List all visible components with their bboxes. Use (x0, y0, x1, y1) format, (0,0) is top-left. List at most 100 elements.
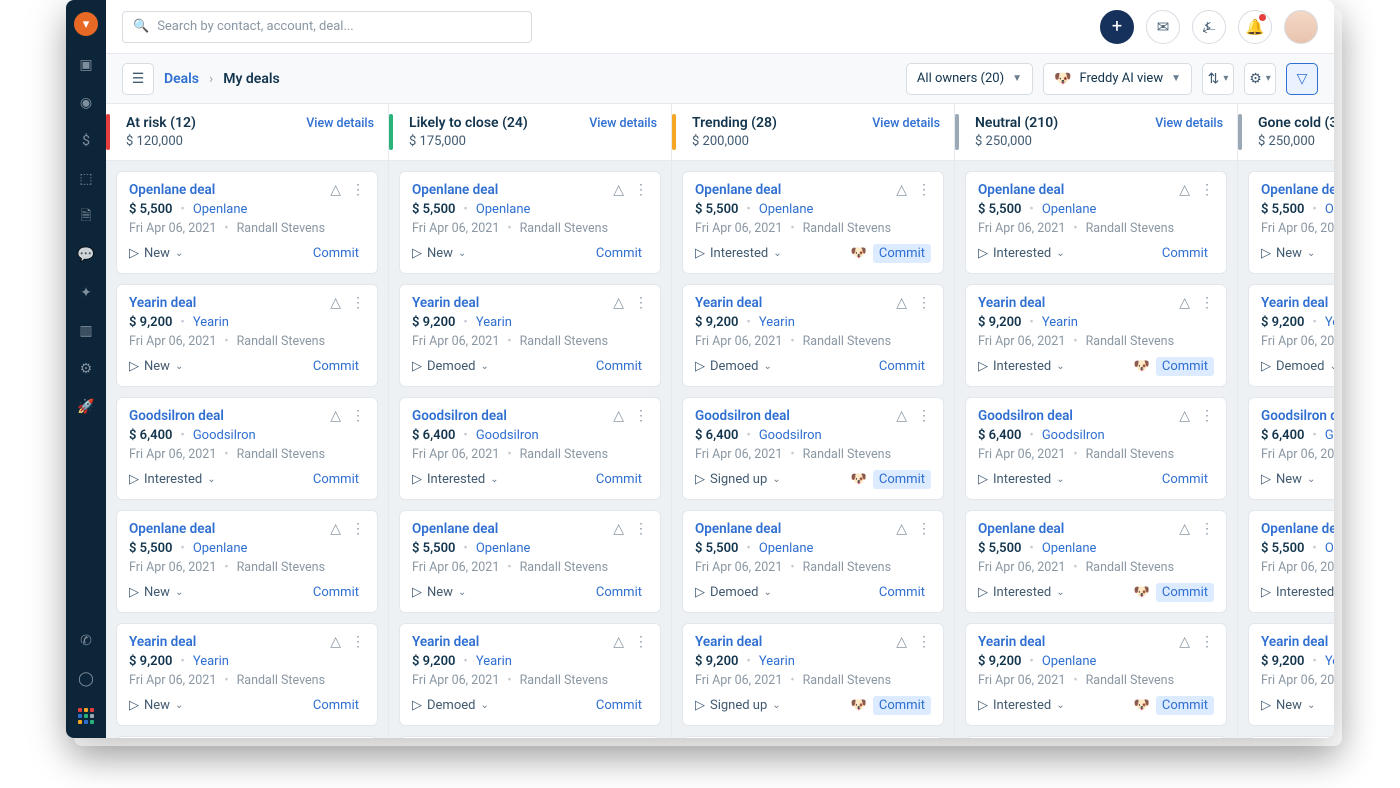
stage-dropdown[interactable]: ◁Demoed⌄ (695, 359, 772, 374)
warning-icon[interactable]: △ (330, 521, 341, 537)
deal-name-link[interactable]: Goodsilron deal (1261, 408, 1334, 424)
app-logo[interactable]: ▾ (74, 12, 98, 36)
view-details-link[interactable]: View details (1155, 116, 1223, 131)
stage-dropdown[interactable]: ◁Demoed⌄ (412, 698, 489, 713)
deal-card[interactable]: Openlane deal△⋮$ 5,500•OpenlaneFri Apr 0… (399, 171, 661, 274)
deal-name-link[interactable]: Yearin deal (129, 634, 196, 650)
stage-dropdown[interactable]: ◁Interested⌄ (129, 472, 216, 487)
account-link[interactable]: Openlane (476, 541, 531, 556)
account-link[interactable]: Yearin (193, 654, 229, 669)
warning-icon[interactable]: △ (330, 182, 341, 198)
nav-settings-icon[interactable]: ⚙ (77, 360, 95, 378)
more-menu-icon[interactable]: ⋮ (634, 634, 648, 650)
deal-card[interactable]: Yearin deal△⋮$ 9,200•YearinFri Apr 06, 2… (682, 284, 944, 387)
settings-button[interactable]: ⚙ ▾ (1244, 63, 1276, 95)
account-link[interactable]: Openlane (1042, 654, 1097, 669)
stage-dropdown[interactable]: ◁New⌄ (1261, 246, 1315, 261)
warning-icon[interactable]: △ (896, 408, 907, 424)
deal-card[interactable]: Openlane deal△⋮$ 5,500•OpenlaneFri Apr 0… (682, 510, 944, 613)
more-menu-icon[interactable]: ⋮ (1200, 521, 1214, 537)
more-menu-icon[interactable]: ⋮ (634, 295, 648, 311)
deal-card[interactable]: Goodsilron deal△⋮$ 6,400•GoodsilronFri A… (965, 397, 1227, 500)
stage-dropdown[interactable]: ◁Interested⌄ (978, 472, 1065, 487)
warning-icon[interactable]: △ (613, 182, 624, 198)
commit-button[interactable]: Commit (307, 244, 365, 263)
view-details-link[interactable]: View details (589, 116, 657, 131)
deal-name-link[interactable]: Openlane deal (129, 521, 215, 537)
nav-rocket-icon[interactable]: 🚀 (77, 398, 95, 416)
deal-name-link[interactable]: Openlane deal (978, 182, 1064, 198)
deal-card[interactable]: Openlane deal△⋮$ 5,500•OpenlaneFri Apr 0… (965, 171, 1227, 274)
list-view-toggle[interactable]: ☰ (122, 63, 154, 95)
warning-icon[interactable]: △ (613, 521, 624, 537)
account-link[interactable]: Openlane (1325, 541, 1334, 556)
warning-icon[interactable]: △ (1179, 634, 1190, 650)
add-button[interactable]: + (1100, 10, 1134, 44)
stage-dropdown[interactable]: ◁New⌄ (1261, 472, 1315, 487)
view-details-link[interactable]: View details (306, 116, 374, 131)
breadcrumb-root[interactable]: Deals (164, 71, 199, 87)
warning-icon[interactable]: △ (1179, 521, 1190, 537)
warning-icon[interactable]: △ (330, 634, 341, 650)
account-link[interactable]: Yearin (1325, 654, 1334, 669)
deal-card[interactable]: Openlane deal△⋮$ 5,500•OpenlaneFri Apr 0… (965, 510, 1227, 613)
deal-name-link[interactable]: Openlane deal (1261, 182, 1334, 198)
account-link[interactable]: Goodsilron (759, 428, 822, 443)
deal-card[interactable]: Goodsilron deal△⋮$ 6,400•GoodsilronFri A… (399, 397, 661, 500)
deal-name-link[interactable]: Yearin deal (1261, 634, 1328, 650)
commit-button[interactable]: Commit (307, 583, 365, 602)
deal-card[interactable]: Goodsilron deal△⋮$ 6,400•GoodsilronFri A… (1248, 397, 1334, 500)
deal-card[interactable]: Goodsilron deal△⋮$ 6,400•GoodsilronFri A… (399, 736, 661, 738)
deal-card[interactable]: Openlane deal△⋮$ 5,500•OpenlaneFri Apr 0… (116, 510, 378, 613)
deal-name-link[interactable]: Yearin deal (412, 295, 479, 311)
deal-card[interactable]: Goodsilron deal△⋮$ 6,400•GoodsilronFri A… (682, 736, 944, 738)
commit-button[interactable]: Commit (1156, 470, 1214, 489)
more-menu-icon[interactable]: ⋮ (1200, 295, 1214, 311)
stage-dropdown[interactable]: ◁Signed up⌄ (695, 698, 781, 713)
more-menu-icon[interactable]: ⋮ (634, 182, 648, 198)
deal-card[interactable]: Goodsilron deal△⋮$ 6,400•GoodsilronFri A… (965, 736, 1227, 738)
mail-icon[interactable]: ✉ (1146, 10, 1180, 44)
warning-icon[interactable]: △ (330, 408, 341, 424)
search-input[interactable]: 🔍 Search by contact, account, deal... (122, 11, 532, 43)
deal-card[interactable]: Yearin deal△⋮$ 9,200•YearinFri Apr 06, 2… (1248, 623, 1334, 726)
freddy-insight-icon[interactable]: 🐶 (1134, 359, 1150, 374)
warning-icon[interactable]: △ (1179, 295, 1190, 311)
more-menu-icon[interactable]: ⋮ (351, 521, 365, 537)
account-link[interactable]: Openlane (193, 541, 248, 556)
more-menu-icon[interactable]: ⋮ (1200, 182, 1214, 198)
more-menu-icon[interactable]: ⋮ (351, 295, 365, 311)
nav-documents-icon[interactable]: 🗎 (77, 208, 95, 226)
deal-name-link[interactable]: Yearin deal (1261, 295, 1328, 311)
deal-card[interactable]: Goodsilron deal△⋮$ 6,400•GoodsilronFri A… (116, 736, 378, 738)
deal-card[interactable]: Openlane deal△⋮$ 5,500•OpenlaneFri Apr 0… (1248, 510, 1334, 613)
stage-dropdown[interactable]: ◁Interested⌄ (978, 585, 1065, 600)
stage-dropdown[interactable]: ◁New⌄ (129, 698, 183, 713)
stage-dropdown[interactable]: ◁Demoed⌄ (1261, 359, 1334, 374)
commit-button[interactable]: Commit (1156, 357, 1214, 376)
warning-icon[interactable]: △ (896, 521, 907, 537)
more-menu-icon[interactable]: ⋮ (1200, 634, 1214, 650)
warning-icon[interactable]: △ (613, 634, 624, 650)
deal-card[interactable]: Goodsilron deal△⋮$ 6,400•GoodsilronFri A… (682, 397, 944, 500)
commit-button[interactable]: Commit (1156, 696, 1214, 715)
deal-card[interactable]: Goodsilron deal△⋮$ 6,400•GoodsilronFri A… (1248, 736, 1334, 738)
commit-button[interactable]: Commit (873, 470, 931, 489)
more-menu-icon[interactable]: ⋮ (351, 182, 365, 198)
warning-icon[interactable]: △ (613, 295, 624, 311)
stage-dropdown[interactable]: ◁New⌄ (1261, 698, 1315, 713)
filter-button[interactable]: ▽ (1286, 63, 1318, 95)
deal-card[interactable]: Yearin deal△⋮$ 9,200•YearinFri Apr 06, 2… (399, 284, 661, 387)
deal-name-link[interactable]: Yearin deal (978, 634, 1045, 650)
warning-icon[interactable]: △ (1179, 408, 1190, 424)
account-link[interactable]: Openlane (759, 541, 814, 556)
nav-dashboard-icon[interactable]: ▣ (77, 56, 95, 74)
commit-button[interactable]: Commit (307, 357, 365, 376)
commit-button[interactable]: Commit (590, 696, 648, 715)
stage-dropdown[interactable]: ◁New⌄ (129, 359, 183, 374)
account-link[interactable]: Goodsilron (193, 428, 256, 443)
more-menu-icon[interactable]: ⋮ (634, 408, 648, 424)
warning-icon[interactable]: △ (613, 408, 624, 424)
stage-dropdown[interactable]: ◁New⌄ (129, 585, 183, 600)
deal-card[interactable]: Yearin deal△⋮$ 9,200•YearinFri Apr 06, 2… (682, 623, 944, 726)
